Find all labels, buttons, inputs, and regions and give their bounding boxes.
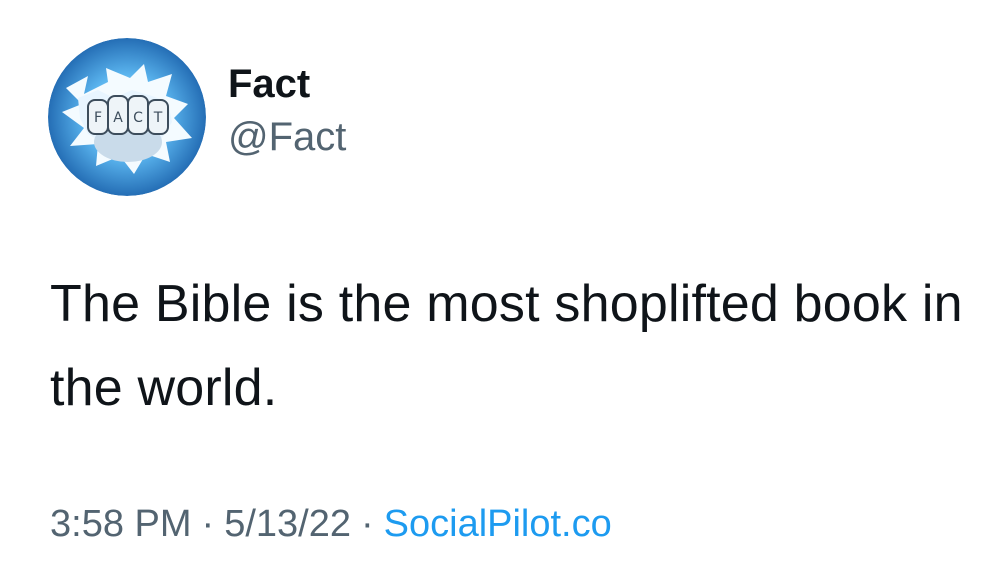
svg-text:A: A bbox=[113, 110, 123, 126]
tweet-date[interactable]: 5/13/22 bbox=[224, 503, 351, 545]
fact-fist-logo-icon: F A C T bbox=[48, 38, 206, 196]
user-handle[interactable]: @Fact bbox=[228, 113, 346, 161]
tweet-text: The Bible is the most shoplifted book in… bbox=[50, 275, 963, 417]
avatar[interactable]: F A C T bbox=[48, 38, 206, 196]
tweet-time[interactable]: 3:58 PM bbox=[50, 503, 192, 545]
tweet-meta: 3:58 PM · 5/13/22 · SocialPilot.co bbox=[50, 500, 612, 548]
separator-dot: · bbox=[360, 503, 374, 545]
svg-text:T: T bbox=[153, 110, 163, 126]
tweet-header: F A C T Fact @Fact bbox=[48, 38, 346, 196]
tweet-card: F A C T Fact @Fact The Bible is the most… bbox=[0, 0, 1005, 580]
svg-text:C: C bbox=[133, 110, 143, 126]
svg-text:F: F bbox=[94, 110, 102, 126]
user-names: Fact @Fact bbox=[228, 61, 346, 161]
display-name[interactable]: Fact bbox=[228, 61, 346, 107]
tweet-source-link[interactable]: SocialPilot.co bbox=[384, 503, 612, 545]
separator-dot: · bbox=[201, 503, 215, 545]
